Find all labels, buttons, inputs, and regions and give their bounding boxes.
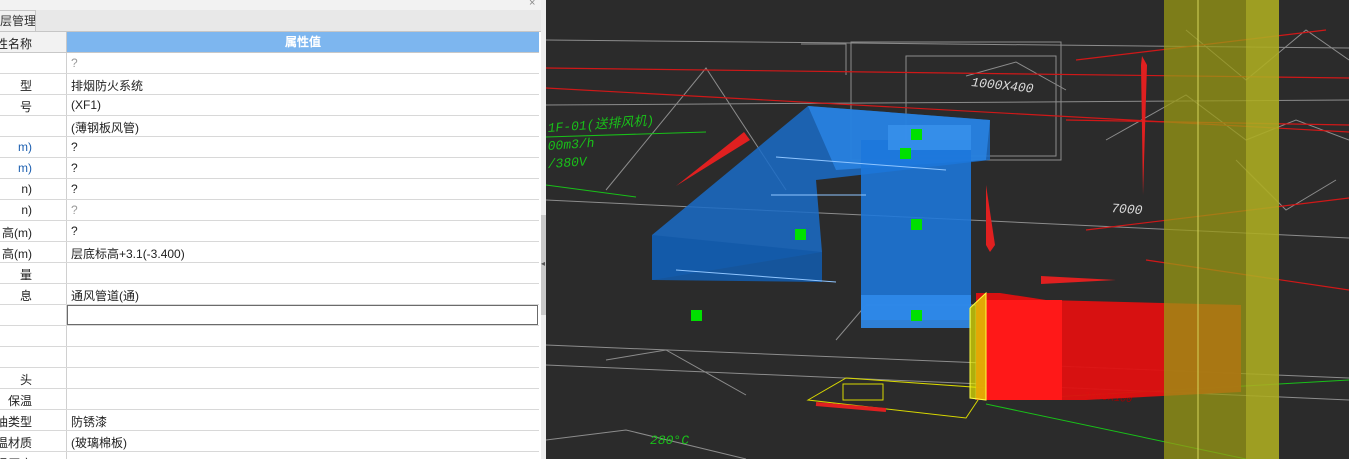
property-name: 头 (19, 373, 32, 387)
property-row[interactable] (0, 305, 539, 326)
property-value[interactable]: ? (71, 203, 78, 217)
property-row[interactable]: 头 (0, 368, 539, 389)
dimension-label: 7000 (1111, 201, 1143, 218)
airflow-label: 00m3/h (547, 136, 595, 154)
property-name-cell: 型 (0, 74, 67, 94)
duct-size-label: 1000X400 (971, 75, 1035, 96)
property-name-cell: 温厚度 (0, 452, 67, 459)
panel-tab-strip (0, 10, 541, 32)
property-name: n) (21, 203, 32, 217)
property-name-cell: 保温 (0, 389, 67, 409)
property-row[interactable]: 型 排烟防火系统 (0, 74, 539, 95)
property-value[interactable]: (XF1) (71, 98, 101, 112)
tab-layer-management[interactable]: 层管理 (0, 10, 36, 31)
property-row[interactable]: (薄钢板风管) (0, 116, 539, 137)
property-row[interactable]: 量 (0, 263, 539, 284)
property-row[interactable]: 温材质 (玻璃棉板) (0, 431, 539, 452)
property-value[interactable]: 通风管道(通) (71, 287, 139, 304)
property-name: 保温 (7, 394, 32, 408)
property-value[interactable]: ? (71, 140, 78, 154)
property-name: 高(m) (2, 247, 32, 261)
3d-model-canvas[interactable]: 1F-01(送排风机) 00m3/h /380V 280°C 1000X400 … (546, 0, 1349, 459)
property-grid: 性名称 属性值 ? 型排烟防火系统号 (XF1) (薄钢板风管) m)? m)? n)? n)… (0, 32, 539, 459)
property-row[interactable]: 号 (XF1) (0, 95, 539, 116)
property-row[interactable]: n)? (0, 200, 539, 221)
property-name: 高(m) (2, 226, 32, 240)
property-row[interactable] (0, 326, 539, 347)
property-row[interactable]: m)? (0, 158, 539, 179)
header-name-cell: 性名称 (0, 32, 67, 52)
property-value[interactable]: ? (71, 161, 78, 175)
property-name: 型 (19, 79, 32, 93)
property-row[interactable]: 息 通风管道(通) (0, 284, 539, 305)
structural-column (1164, 0, 1279, 459)
property-name: n) (21, 182, 32, 196)
property-value[interactable]: (玻璃棉板) (71, 434, 127, 451)
property-value[interactable]: 排烟防火系统 (71, 77, 143, 94)
property-name: 油类型 (0, 415, 32, 429)
property-name-cell (0, 326, 67, 346)
property-name: 息 (19, 289, 32, 303)
panel-titlebar (0, 0, 541, 10)
equipment-outline (806, 377, 987, 419)
property-name-cell: 油类型 (0, 410, 67, 430)
property-name-cell (0, 53, 67, 73)
property-name-cell: 高(m) (0, 221, 67, 241)
property-value[interactable]: 层底标高+3.1(-3.400) (71, 245, 185, 262)
fan-label: 1F-01(送排风机) (547, 114, 654, 136)
property-name-cell: 量 (0, 263, 67, 283)
property-name: 号 (19, 100, 32, 114)
property-row[interactable]: 保温 (0, 389, 539, 410)
property-grid-header: 性名称 属性值 (0, 32, 539, 53)
header-value-cell: 属性值 (67, 32, 539, 52)
voltage-label: /380V (547, 154, 588, 172)
property-name-cell (0, 116, 67, 136)
property-row[interactable]: 高(m) 层底标高+3.1(-3.400) (0, 242, 539, 263)
property-edit-field[interactable] (67, 305, 538, 325)
property-name: m) (18, 140, 32, 154)
property-row[interactable] (0, 347, 539, 368)
property-name-cell: m) (0, 137, 67, 157)
property-row[interactable]: ? (0, 53, 539, 74)
temperature-label: 280°C (650, 433, 689, 448)
collapse-arrow-icon[interactable]: ◂ (541, 259, 545, 268)
property-row[interactable]: n)? (0, 179, 539, 200)
property-row[interactable]: 温厚度 (0, 452, 539, 459)
property-name-cell: n) (0, 179, 67, 199)
property-name: 温厚度 (0, 455, 32, 459)
property-value[interactable]: (薄钢板风管) (71, 119, 139, 136)
property-name-cell: m) (0, 158, 67, 178)
property-name-cell: 温材质 (0, 431, 67, 451)
property-row[interactable]: 油类型 防锈漆 (0, 410, 539, 431)
close-icon[interactable]: × (529, 0, 535, 9)
property-value[interactable]: ? (71, 56, 78, 70)
property-name: m) (18, 161, 32, 175)
property-name-cell: 头 (0, 368, 67, 388)
property-value[interactable]: ? (71, 224, 78, 238)
property-row[interactable]: m)? (0, 137, 539, 158)
property-value[interactable]: ? (71, 182, 78, 196)
blue-duct[interactable] (652, 106, 990, 328)
property-name: 量 (19, 268, 32, 282)
property-name-cell (0, 305, 67, 325)
property-value[interactable]: 防锈漆 (71, 413, 107, 430)
property-name: 温材质 (0, 436, 32, 450)
property-name-cell: n) (0, 200, 67, 220)
property-name-cell: 高(m) (0, 242, 67, 262)
header-name-label: 性名称 (0, 37, 33, 51)
3d-viewport[interactable]: 1F-01(送排风机) 00m3/h /380V 280°C 1000X400 … (546, 0, 1349, 459)
property-name-cell (0, 347, 67, 367)
property-name-cell: 号 (0, 95, 67, 115)
property-name-cell: 息 (0, 284, 67, 304)
property-panel: × 层管理 性名称 属性值 ? 型排烟防火系统号 (XF1) (薄钢板风管) m)? m)… (0, 0, 541, 459)
property-row[interactable]: 高(m)? (0, 221, 539, 242)
